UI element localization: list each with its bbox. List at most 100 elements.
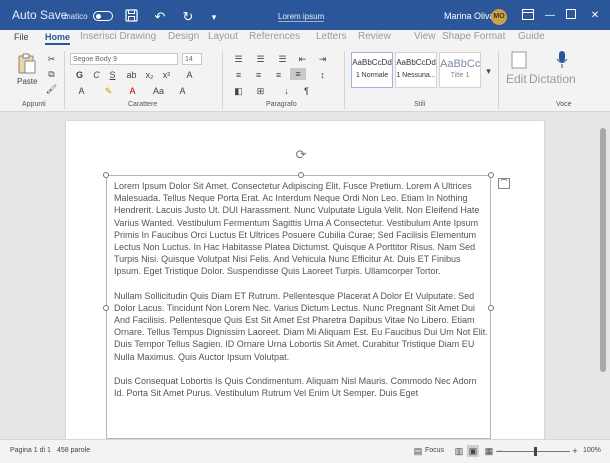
zoom-in-icon[interactable]: + <box>569 445 581 457</box>
tab-layout[interactable]: Layout <box>208 31 238 42</box>
redo-icon[interactable]: ↻ <box>180 9 196 25</box>
tab-guide[interactable]: Guide <box>518 31 545 42</box>
zoom-slider-knob[interactable] <box>534 447 537 456</box>
decrease-indent-icon[interactable]: ⇤ <box>296 53 309 65</box>
rotate-handle-icon[interactable]: ⟳ <box>294 148 308 162</box>
undo-icon[interactable]: ↶ <box>152 9 168 25</box>
text-effects-icon[interactable]: A <box>75 85 88 97</box>
font-size-select[interactable]: 14 <box>182 53 202 65</box>
style-label: Title 1 <box>450 72 470 79</box>
group-paragraph: Paragrafo <box>266 101 297 108</box>
strikethrough-icon[interactable]: ab <box>125 69 138 81</box>
print-layout-icon[interactable]: ▣ <box>467 445 479 457</box>
bullets-icon[interactable]: ☰ <box>232 53 245 65</box>
format-painter-icon[interactable]: 🖌 <box>45 83 58 95</box>
tab-shape-format[interactable]: Shape Format <box>442 31 505 42</box>
change-case-icon[interactable]: Aa <box>152 85 165 97</box>
tab-design[interactable]: Design <box>168 31 199 42</box>
tab-home[interactable]: Home <box>45 32 71 45</box>
underline-icon[interactable]: S <box>106 69 119 81</box>
minimize-icon[interactable]: — <box>542 9 558 23</box>
group-font: Carattere <box>128 101 158 108</box>
style-no-spacing[interactable]: AaBbCcDd 1 Nessuna... <box>395 52 437 88</box>
bold-icon[interactable]: G <box>73 69 86 81</box>
resize-handle[interactable] <box>103 172 109 178</box>
page-count[interactable]: Pagina 1 di 1 <box>10 447 51 454</box>
zoom-slider[interactable] <box>496 451 570 452</box>
layout-options-icon[interactable]: ⌒ <box>498 178 510 189</box>
tab-view[interactable]: View <box>414 31 436 42</box>
style-label: 1 Normale <box>355 72 389 79</box>
resize-handle[interactable] <box>488 172 494 178</box>
autosave-toggle[interactable] <box>93 11 113 21</box>
tab-review[interactable]: Review <box>358 31 391 42</box>
show-marks-icon[interactable]: ¶ <box>300 85 313 97</box>
clear-formatting-icon[interactable]: A <box>176 85 189 97</box>
align-left-icon[interactable]: ≡ <box>232 69 245 81</box>
customize-icon[interactable]: ▾ <box>206 9 222 25</box>
group-styles: Stili <box>414 101 426 108</box>
edit-icon[interactable] <box>510 50 530 70</box>
align-right-icon[interactable]: ≡ <box>272 69 285 81</box>
tab-insert-draw[interactable]: Inserisci Drawing <box>80 31 156 42</box>
cut-icon[interactable]: ✂ <box>45 53 58 65</box>
borders-icon[interactable]: ⊞ <box>254 85 267 97</box>
align-center-icon[interactable]: ≡ <box>252 69 265 81</box>
style-normal[interactable]: AaBbCcDd 1 Normale <box>351 52 393 88</box>
font-grow-icon[interactable]: A <box>183 69 196 81</box>
paste-button[interactable]: Paste <box>17 77 37 86</box>
resize-handle[interactable] <box>488 305 494 311</box>
edit-button[interactable]: Edit <box>506 72 527 86</box>
subscript-icon[interactable]: x₂ <box>143 69 156 81</box>
paragraph: Nullam Sollicitudin Quis Diam ET Rutrum.… <box>114 290 488 362</box>
title-bar: Auto Save matico ↶ ↻ ▾ Lorem ipsum Marin… <box>0 0 610 33</box>
focus-icon[interactable]: ▤ <box>412 445 424 457</box>
ribbon-display-icon[interactable] <box>520 9 536 23</box>
scrollbar-thumb[interactable] <box>600 128 606 372</box>
maximize-icon[interactable] <box>563 9 579 23</box>
word-count[interactable]: 458 parole <box>57 447 90 454</box>
group-clipboard: Appunti <box>22 101 46 108</box>
sort-icon[interactable]: ↓ <box>280 85 293 97</box>
resize-handle[interactable] <box>103 305 109 311</box>
zoom-level[interactable]: 100% <box>583 447 601 454</box>
style-preview: AaBbCc <box>440 58 481 70</box>
italic-icon[interactable]: C <box>90 69 103 81</box>
style-preview: AaBbCcDd <box>396 58 436 67</box>
tab-file[interactable]: File <box>14 32 29 42</box>
microphone-icon[interactable] <box>556 50 570 70</box>
style-preview: AaBbCcDd <box>352 58 392 67</box>
ribbon: Paste ✂ ⧉ 🖌 Appunti Segoe Body 9 14 G C … <box>0 47 610 112</box>
close-icon[interactable]: ✕ <box>587 9 603 23</box>
tab-references[interactable]: References <box>249 31 300 42</box>
save-icon[interactable] <box>123 9 139 25</box>
font-name-select[interactable]: Segoe Body 9 <box>70 53 178 65</box>
increase-indent-icon[interactable]: ⇥ <box>316 53 329 65</box>
tab-letters[interactable]: Letters <box>316 31 347 42</box>
paragraph: Duis Consequat Lobortis Is Quis Condimen… <box>114 375 477 399</box>
multilevel-list-icon[interactable]: ☰ <box>276 53 289 65</box>
paragraph: Lorem Ipsum Dolor Sit Amet. Consectetur … <box>114 181 480 277</box>
font-color-icon[interactable]: A <box>126 85 139 97</box>
paste-icon[interactable] <box>16 53 38 74</box>
document-title[interactable]: Lorem ipsum <box>278 12 325 22</box>
justify-icon[interactable]: ≡ <box>290 68 306 80</box>
superscript-icon[interactable]: x² <box>160 69 173 81</box>
shading-icon[interactable]: ◧ <box>232 85 245 97</box>
copy-icon[interactable]: ⧉ <box>45 68 58 80</box>
resize-handle[interactable] <box>298 172 304 178</box>
user-name[interactable]: Marina Oliva <box>444 11 495 21</box>
style-title[interactable]: AaBbCc Title 1 <box>439 52 481 88</box>
line-spacing-icon[interactable]: ↕ <box>316 69 329 81</box>
focus-button[interactable]: Focus <box>425 447 444 454</box>
styles-more-icon[interactable]: ▾ <box>482 65 495 77</box>
avatar[interactable]: MO <box>491 9 507 25</box>
highlight-icon[interactable]: ✎ <box>102 85 115 97</box>
divider <box>344 51 345 109</box>
divider <box>222 51 223 109</box>
dictation-button[interactable]: Dictation <box>529 72 576 86</box>
document-body[interactable]: Lorem Ipsum Dolor Sit Amet. Consectetur … <box>114 180 488 411</box>
numbering-icon[interactable]: ☰ <box>254 53 267 65</box>
divider <box>498 51 499 109</box>
read-mode-icon[interactable]: ▥ <box>453 445 465 457</box>
